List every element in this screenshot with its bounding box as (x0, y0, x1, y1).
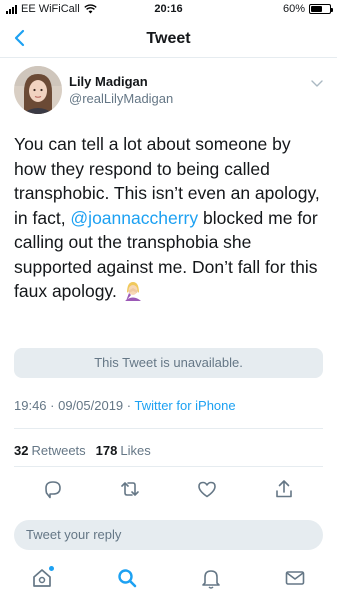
likes-count[interactable]: 178 (96, 443, 118, 458)
tweet-actions (14, 478, 323, 502)
tab-home[interactable] (30, 566, 54, 590)
reply-input[interactable]: Tweet your reply (14, 520, 323, 550)
author-name[interactable]: Lily Madigan (69, 74, 148, 89)
tweet-meta: 19:46 · 09/05/2019 · Twitter for iPhone (14, 398, 236, 413)
tab-bar (0, 558, 337, 600)
mention-link[interactable]: @joannaccherry (70, 208, 198, 228)
retweet-icon (121, 482, 139, 496)
page-title: Tweet (146, 30, 191, 47)
new-content-dot (49, 566, 54, 571)
reply-button[interactable] (42, 478, 64, 500)
likes-label[interactable]: Likes (120, 443, 150, 458)
tab-messages[interactable] (283, 566, 307, 590)
tweet: Lily Madigan @realLilyMadigan You can te… (14, 66, 324, 301)
tweet-timestamp: 19:46 · 09/05/2019 · (14, 398, 135, 413)
author-row: Lily Madigan @realLilyMadigan (14, 66, 324, 116)
chevron-down-icon[interactable] (310, 76, 324, 90)
author-handle[interactable]: @realLilyMadigan (69, 91, 173, 106)
tweet-text: You can tell a lot about someone by how … (14, 132, 326, 304)
retweets-count[interactable]: 32 (14, 443, 28, 458)
tweet-stats: 32 Retweets 178 Likes (14, 443, 161, 458)
battery-percent: 60% (282, 3, 305, 15)
retweets-label[interactable]: Retweets (31, 443, 85, 458)
woman-facepalming-emoji-icon (124, 282, 141, 301)
messages-icon (285, 571, 305, 585)
avatar-image (14, 66, 62, 114)
reply-icon (45, 481, 61, 499)
battery-icon (309, 4, 333, 14)
like-button[interactable] (196, 478, 218, 500)
tab-notifications[interactable] (199, 566, 223, 590)
status-right: 60% (282, 3, 333, 15)
divider (14, 466, 323, 467)
quoted-tweet-unavailable: This Tweet is unavailable. (14, 348, 323, 378)
like-icon (198, 481, 216, 498)
share-button[interactable] (273, 478, 295, 500)
share-icon (276, 480, 292, 498)
nav-bar: Tweet (0, 20, 337, 58)
notifications-icon (202, 570, 220, 589)
retweet-button[interactable] (119, 478, 141, 500)
avatar[interactable] (14, 66, 62, 114)
divider (14, 428, 323, 429)
search-icon (118, 569, 137, 588)
tab-search[interactable] (115, 566, 139, 590)
tweet-source-link[interactable]: Twitter for iPhone (134, 398, 235, 413)
status-bar: EE WiFiCall 20:16 60% (0, 0, 337, 20)
